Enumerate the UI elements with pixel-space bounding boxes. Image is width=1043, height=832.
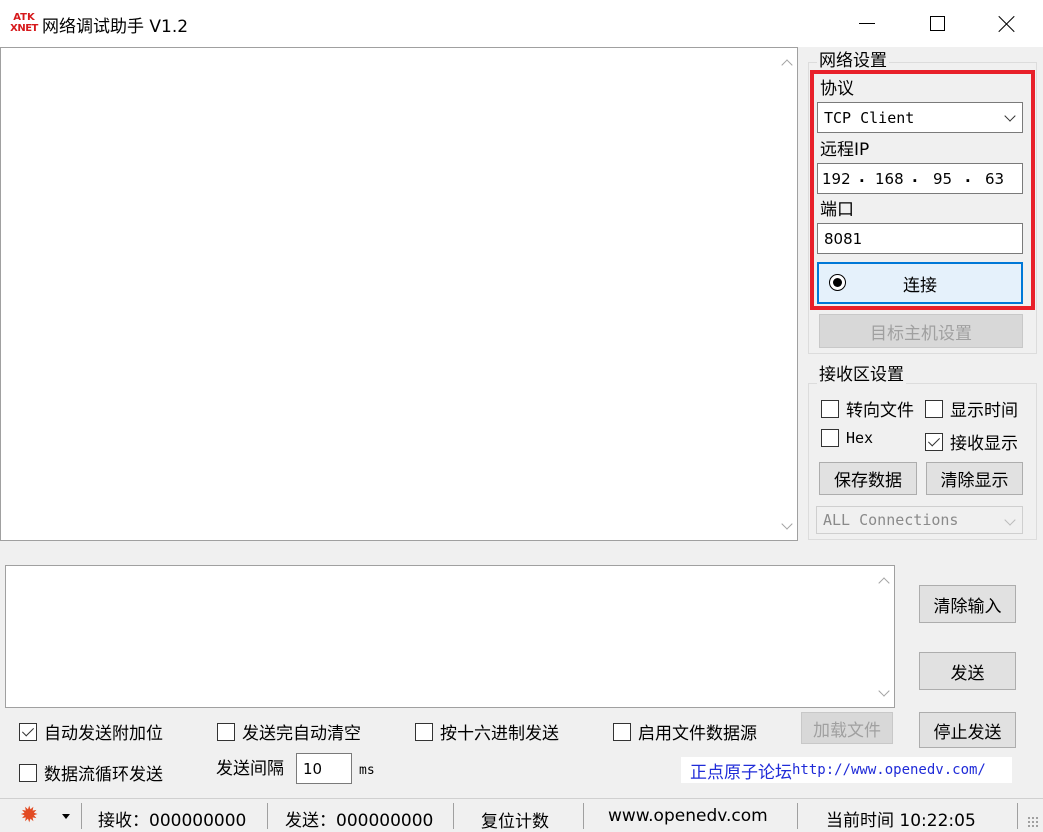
auto-append-checkbox[interactable]: 自动发送附加位 bbox=[19, 719, 163, 744]
receive-settings-title: 接收区设置 bbox=[817, 365, 906, 385]
show-receive-checkbox[interactable]: 接收显示 bbox=[925, 429, 1018, 454]
clear-display-button[interactable]: 清除显示 bbox=[926, 462, 1023, 495]
title-bar: ATK XNET 网络调试助手 V1.2 bbox=[0, 0, 1043, 47]
status-separator bbox=[797, 803, 798, 829]
maximize-button[interactable] bbox=[902, 0, 972, 47]
receive-text-area[interactable] bbox=[0, 47, 798, 541]
hex-receive-checkbox[interactable]: Hex bbox=[821, 429, 873, 447]
reset-count-button[interactable]: 复位计数 bbox=[481, 807, 549, 832]
checkbox-box bbox=[821, 429, 839, 447]
redirect-file-checkbox[interactable]: 转向文件 bbox=[821, 396, 914, 421]
maximize-icon bbox=[929, 16, 945, 31]
auto-clear-label: 发送完自动清空 bbox=[242, 724, 361, 744]
forum-link-text: 正点原子论坛 bbox=[690, 762, 792, 783]
status-separator bbox=[267, 803, 268, 829]
sent-count: 发送：000000000 bbox=[285, 811, 434, 831]
current-time: 当前时间 10:22:05 bbox=[826, 811, 976, 831]
show-time-checkbox[interactable]: 显示时间 bbox=[925, 396, 1018, 421]
minimize-icon bbox=[859, 23, 875, 24]
file-source-label: 启用文件数据源 bbox=[638, 724, 757, 744]
minimize-button[interactable] bbox=[832, 0, 902, 47]
save-data-button[interactable]: 保存数据 bbox=[819, 462, 917, 495]
gear-icon[interactable]: ✹ bbox=[20, 805, 42, 827]
connections-value: ALL Connections bbox=[823, 511, 959, 529]
load-file-button[interactable]: 加载文件 bbox=[801, 712, 893, 744]
logo-text-top: ATK bbox=[13, 12, 35, 23]
file-source-checkbox[interactable]: 启用文件数据源 bbox=[613, 719, 757, 744]
send-button[interactable]: 发送 bbox=[919, 652, 1016, 690]
resize-grip-icon[interactable] bbox=[1027, 816, 1039, 828]
status-bar: ✹ 接收：000000000 发送：000000000 复位计数 www.ope… bbox=[0, 798, 1043, 832]
hex-send-label: 按十六进制发送 bbox=[440, 724, 559, 744]
status-separator bbox=[1017, 803, 1018, 829]
status-separator bbox=[81, 803, 82, 829]
checkbox-box bbox=[613, 722, 631, 741]
checkbox-checked-box bbox=[19, 722, 37, 741]
logo-text-bottom: XNET bbox=[10, 23, 38, 34]
checkbox-box bbox=[415, 722, 433, 741]
send-interval-unit: ms bbox=[359, 763, 375, 778]
send-text-area[interactable] bbox=[5, 565, 895, 708]
auto-append-label: 自动发送附加位 bbox=[44, 724, 163, 744]
checkbox-box bbox=[19, 763, 37, 782]
receive-scrollbar[interactable] bbox=[778, 48, 797, 540]
close-button[interactable] bbox=[972, 0, 1042, 47]
connections-select[interactable]: ALL Connections bbox=[816, 506, 1023, 534]
checkbox-box bbox=[925, 399, 943, 418]
scroll-down-arrow-icon[interactable] bbox=[781, 518, 793, 532]
website-link[interactable]: www.openedv.com bbox=[608, 806, 768, 826]
app-logo-icon: ATK XNET bbox=[10, 10, 38, 36]
status-separator bbox=[583, 803, 584, 829]
close-icon bbox=[998, 15, 1016, 33]
show-receive-label: 接收显示 bbox=[950, 434, 1018, 454]
network-settings-title: 网络设置 bbox=[817, 51, 889, 71]
hex-send-checkbox[interactable]: 按十六进制发送 bbox=[415, 719, 559, 744]
show-time-label: 显示时间 bbox=[950, 401, 1018, 421]
scroll-down-arrow-icon[interactable] bbox=[878, 685, 890, 699]
window-title: 网络调试助手 V1.2 bbox=[42, 17, 189, 37]
clear-input-button[interactable]: 清除输入 bbox=[919, 585, 1016, 623]
auto-clear-checkbox[interactable]: 发送完自动清空 bbox=[217, 719, 361, 744]
stop-send-button[interactable]: 停止发送 bbox=[919, 712, 1016, 748]
send-interval-input[interactable]: 10 bbox=[296, 753, 352, 784]
redirect-file-label: 转向文件 bbox=[846, 401, 914, 421]
checkbox-box bbox=[217, 722, 235, 741]
send-interval-label: 发送间隔 bbox=[216, 759, 284, 779]
chevron-down-icon bbox=[1004, 514, 1016, 526]
send-scrollbar[interactable] bbox=[875, 566, 894, 707]
scroll-up-arrow-icon[interactable] bbox=[878, 574, 890, 589]
status-separator bbox=[453, 803, 454, 829]
forum-link-url: http://www.openedv.com/ bbox=[792, 762, 986, 778]
loop-send-label: 数据流循环发送 bbox=[44, 765, 163, 785]
scroll-up-arrow-icon[interactable] bbox=[781, 56, 793, 71]
target-host-settings-button[interactable]: 目标主机设置 bbox=[819, 314, 1023, 348]
checkbox-box bbox=[821, 399, 839, 418]
forum-link[interactable]: 正点原子论坛 http://www.openedv.com/ bbox=[681, 757, 1012, 783]
dropdown-caret-icon[interactable] bbox=[62, 814, 70, 819]
loop-send-checkbox[interactable]: 数据流循环发送 bbox=[19, 760, 163, 785]
checkbox-checked-box bbox=[925, 432, 943, 451]
highlight-box bbox=[810, 70, 1035, 310]
received-count: 接收：000000000 bbox=[98, 811, 247, 831]
hex-receive-label: Hex bbox=[846, 429, 874, 447]
send-interval-value: 10 bbox=[303, 759, 323, 778]
